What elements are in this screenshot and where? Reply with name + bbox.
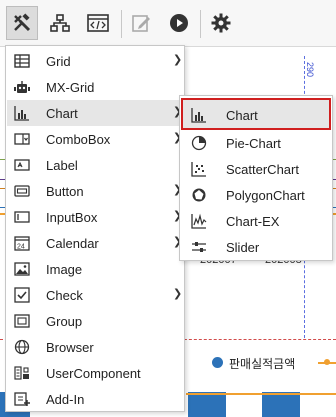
submenu-item-chart-ex[interactable]: Chart-EX xyxy=(181,208,331,234)
edit-icon[interactable] xyxy=(125,6,157,40)
menu-item-label: Button xyxy=(46,184,84,199)
submenu-item-scatterchart[interactable]: ScatterChart xyxy=(181,156,331,182)
grid-icon xyxy=(14,53,30,69)
robot-icon xyxy=(14,79,30,95)
menu-item-image[interactable]: Image xyxy=(7,256,183,282)
checkbox-icon xyxy=(14,287,30,303)
group-icon xyxy=(14,313,30,329)
code-window-icon[interactable] xyxy=(82,6,114,40)
legend-line-marker xyxy=(318,359,336,365)
menu-item-mx-grid[interactable]: MX-Grid xyxy=(7,74,183,100)
gear-icon[interactable] xyxy=(205,6,237,40)
menu-item-label: Label xyxy=(46,158,78,173)
user-component-icon xyxy=(14,365,30,381)
menu-item-check[interactable]: Check ❯ xyxy=(7,282,183,308)
button-icon xyxy=(14,183,30,199)
menu-item-label[interactable]: Label xyxy=(7,152,183,178)
image-icon xyxy=(14,261,30,277)
menu-item-label: Calendar xyxy=(46,236,99,251)
menu-item-label: Grid xyxy=(46,54,71,69)
menu-item-grid[interactable]: Grid ❯ xyxy=(7,48,183,74)
globe-icon xyxy=(14,339,30,355)
submenu-arrow-icon: ❯ xyxy=(173,54,183,66)
series-line xyxy=(186,393,336,395)
label-icon xyxy=(14,157,30,173)
menu-item-label: Group xyxy=(46,314,83,329)
menu-item-label: Check xyxy=(46,288,83,303)
menu-item-group[interactable]: Group xyxy=(7,308,183,334)
calendar-icon: 24 xyxy=(14,235,30,251)
menu-item-button[interactable]: Button ❯ xyxy=(7,178,183,204)
menu-item-calendar[interactable]: 24 Calendar ❯ xyxy=(7,230,183,256)
bar-chart-icon xyxy=(191,107,207,123)
slider-icon xyxy=(191,239,207,255)
submenu-arrow-icon: ❯ xyxy=(173,288,183,300)
bar-chart-icon xyxy=(14,105,30,121)
submenu-item-label: PolygonChart xyxy=(226,188,305,203)
inputbox-icon xyxy=(14,209,30,225)
tree-icon[interactable] xyxy=(44,6,76,40)
tools-icon[interactable] xyxy=(6,6,38,40)
legend-label: 판매실적금액 xyxy=(229,357,296,371)
submenu-item-label: Chart xyxy=(226,108,258,123)
menu-item-label: Browser xyxy=(46,340,94,355)
scatter-chart-icon xyxy=(191,161,207,177)
chart-ex-icon xyxy=(191,213,207,229)
submenu-item-slider[interactable]: Slider xyxy=(181,234,331,260)
vertical-marker-label: 290 xyxy=(305,62,315,78)
pie-chart-icon xyxy=(191,135,207,151)
menu-item-label: Add-In xyxy=(46,392,85,407)
menu-item-label: Chart xyxy=(46,106,78,121)
add-in-icon xyxy=(14,391,30,407)
menu-item-label: UserComponent xyxy=(46,366,141,381)
submenu-item-label: ScatterChart xyxy=(226,162,299,177)
toolbar xyxy=(0,0,336,47)
play-icon[interactable] xyxy=(163,6,195,40)
chart-bar xyxy=(262,392,300,417)
submenu-item-label: Slider xyxy=(226,240,260,255)
component-menu: Grid ❯ MX-Grid Chart ❯ ComboBox ❯ Label … xyxy=(5,45,185,412)
menu-item-usercomponent[interactable]: UserComponent xyxy=(7,360,183,386)
submenu-item-label: Pie-Chart xyxy=(226,136,281,151)
menu-item-browser[interactable]: Browser xyxy=(7,334,183,360)
chart-submenu: Chart Pie-Chart ScatterChart PolygonChar… xyxy=(179,95,333,261)
combobox-icon xyxy=(14,131,30,147)
legend-marker xyxy=(212,357,223,368)
submenu-item-chart[interactable]: Chart xyxy=(181,98,331,130)
submenu-item-polygonchart[interactable]: PolygonChart xyxy=(181,182,331,208)
menu-item-add-in[interactable]: Add-In xyxy=(7,386,183,412)
menu-item-chart[interactable]: Chart ❯ xyxy=(7,100,183,126)
menu-item-combobox[interactable]: ComboBox ❯ xyxy=(7,126,183,152)
svg-text:24: 24 xyxy=(17,244,25,251)
polygon-chart-icon xyxy=(191,187,207,203)
menu-item-label: ComboBox xyxy=(46,132,111,147)
chart-bar xyxy=(188,392,226,417)
menu-item-label: Image xyxy=(46,262,83,277)
menu-item-inputbox[interactable]: InputBox ❯ xyxy=(7,204,183,230)
menu-item-label: InputBox xyxy=(46,210,98,225)
submenu-item-pie-chart[interactable]: Pie-Chart xyxy=(181,130,331,156)
submenu-item-label: Chart-EX xyxy=(226,214,280,229)
menu-item-label: MX-Grid xyxy=(46,80,95,95)
